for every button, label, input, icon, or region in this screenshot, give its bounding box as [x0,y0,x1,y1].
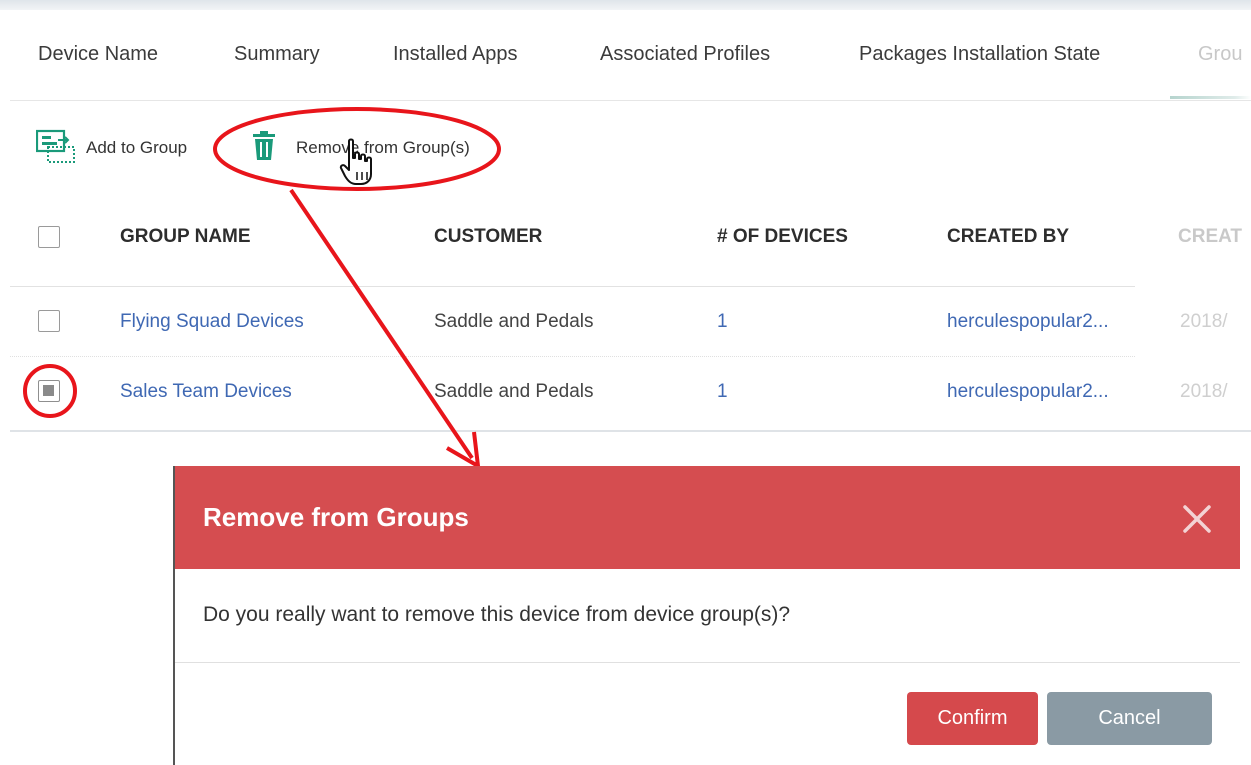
column-header-created[interactable]: CREAT [1178,226,1242,248]
group-name-link[interactable]: Sales Team Devices [120,381,292,403]
tab-packages-installation-state[interactable]: Packages Installation State [859,43,1100,66]
remove-from-groups-label: Remove from Group(s) [296,138,470,157]
tab-summary[interactable]: Summary [234,43,320,66]
add-to-group-icon [35,128,76,169]
trash-icon [252,130,276,166]
top-strip [0,0,1251,10]
active-tab-indicator [1170,96,1251,99]
created-date-cell: 2018/ [1180,311,1228,332]
device-count-link[interactable]: 1 [717,311,728,333]
dialog-title: Remove from Groups [203,502,469,532]
dialog-message: Do you really want to remove this device… [203,603,791,626]
select-all-checkbox[interactable] [38,226,60,248]
annotation-arrow-head [445,431,481,470]
device-count-link[interactable]: 1 [717,381,728,403]
customer-cell: Saddle and Pedals [434,381,594,402]
add-to-group-button[interactable]: Add to Group [35,129,188,164]
header-divider [10,286,1135,287]
column-header-created-by[interactable]: CREATED BY [947,226,1069,248]
tab-associated-profiles[interactable]: Associated Profiles [600,43,770,66]
dialog-divider [175,662,1240,663]
panel-bottom-border [10,430,1251,432]
tab-groups[interactable]: Grou [1198,43,1242,66]
column-header-customer[interactable]: CUSTOMER [434,226,542,248]
column-header-group-name[interactable]: GROUP NAME [120,226,251,248]
tab-bar: Device Name Summary Installed Apps Assoc… [10,10,1251,101]
row-checkbox[interactable] [38,310,60,332]
row-divider [10,356,1135,357]
cancel-button[interactable]: Cancel [1047,692,1212,745]
remove-from-groups-dialog: Remove from Groups Do you really want to… [173,466,1240,765]
close-icon[interactable] [1182,504,1212,534]
customer-cell: Saddle and Pedals [434,311,594,332]
created-by-link[interactable]: herculespopular2... [947,381,1109,403]
tab-device-name[interactable]: Device Name [38,43,158,66]
tab-installed-apps[interactable]: Installed Apps [393,43,518,66]
column-header-device-count[interactable]: # OF DEVICES [717,226,848,248]
group-name-link[interactable]: Flying Squad Devices [120,311,304,333]
row-checkbox-checked[interactable] [38,380,60,402]
created-by-link[interactable]: herculespopular2... [947,311,1109,333]
hand-cursor-icon [338,138,378,188]
created-date-cell: 2018/ [1180,381,1228,402]
confirm-button[interactable]: Confirm [907,692,1038,745]
dialog-header: Remove from Groups [175,466,1240,569]
add-to-group-label: Add to Group [86,138,188,157]
